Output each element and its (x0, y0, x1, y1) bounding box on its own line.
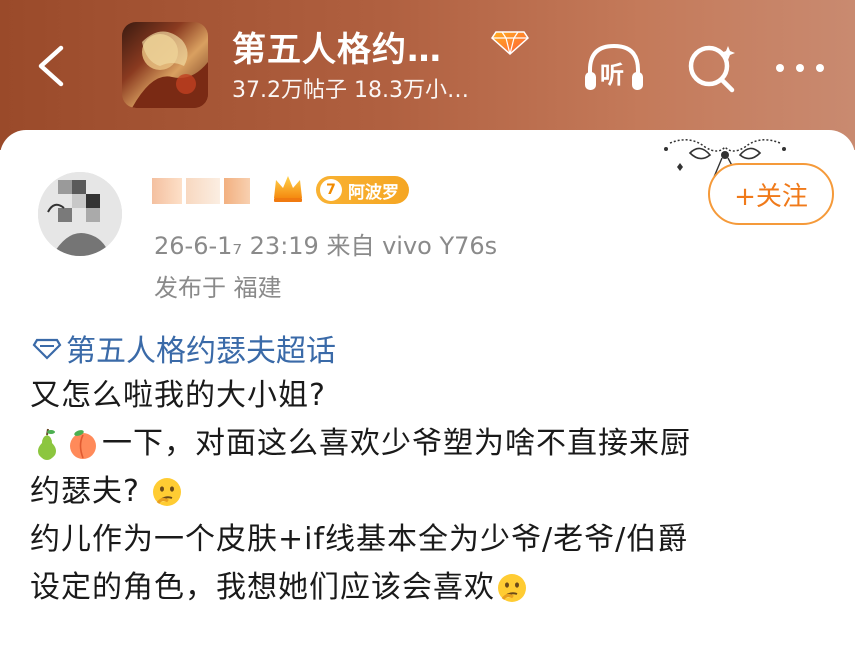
level-badge[interactable]: 7 阿波罗 (316, 176, 409, 204)
body-line: 设定的角色，我想她们应该会喜欢 (30, 564, 830, 612)
topic-link[interactable]: 第五人格约瑟夫超话 (32, 326, 336, 370)
topic-label: 第五人格约瑟夫超话 (66, 334, 336, 369)
search-icon (688, 45, 735, 93)
post-location: 发布于 福建 (154, 274, 282, 302)
pear-emoji-icon (38, 428, 56, 460)
thinking-face-icon (152, 478, 181, 506)
diamond-badge-icon (491, 31, 529, 56)
search-button[interactable] (684, 40, 740, 96)
level-number: 7 (320, 179, 342, 201)
body-line-text: 设定的角色，我想她们应该会喜欢 (30, 570, 495, 605)
username-pixelated[interactable] (152, 174, 272, 208)
diamond-topic-icon (32, 338, 62, 360)
chevron-left-icon (38, 45, 64, 87)
thinking-face-icon (498, 574, 526, 602)
level-name: 阿波罗 (348, 182, 399, 203)
crown-icon (274, 176, 302, 202)
more-dots-icon (776, 64, 824, 72)
user-avatar[interactable] (38, 172, 122, 256)
body-line-text: 约瑟夫? (30, 474, 140, 509)
back-button[interactable] (22, 38, 78, 94)
body-line: 又怎么啦我的大小姐? (30, 378, 326, 413)
more-button[interactable] (770, 40, 830, 96)
listen-label: 听 (600, 61, 624, 89)
body-line: 约瑟夫? (30, 468, 830, 516)
listen-button[interactable]: 听 (582, 40, 646, 96)
post-time-source: 26-6-1₇ 23:19 来自 vivo Y76s (154, 232, 498, 260)
body-line-text: 一下，对面这么喜欢少爷塑为啥不直接来厨 (102, 426, 691, 461)
follow-button[interactable]: +关注 (708, 163, 834, 225)
group-title[interactable]: 第五人格约… (232, 22, 442, 71)
group-stats: 37.2万帖子 18.3万小… (232, 78, 469, 103)
top-bar: 第五人格约… 37.2万帖子 18.3万小… 听 (0, 0, 855, 150)
peach-emoji-icon (70, 430, 96, 459)
group-avatar[interactable] (122, 22, 208, 108)
post-body: 又怎么啦我的大小姐? 一下，对面这么喜欢少爷塑为啥不直接来厨 约瑟夫? 约儿作为… (30, 372, 830, 612)
body-line: 约儿作为一个皮肤+if线基本全为少爷/老爷/伯爵 (30, 522, 689, 557)
body-line: 一下，对面这么喜欢少爷塑为啥不直接来厨 (30, 420, 830, 468)
